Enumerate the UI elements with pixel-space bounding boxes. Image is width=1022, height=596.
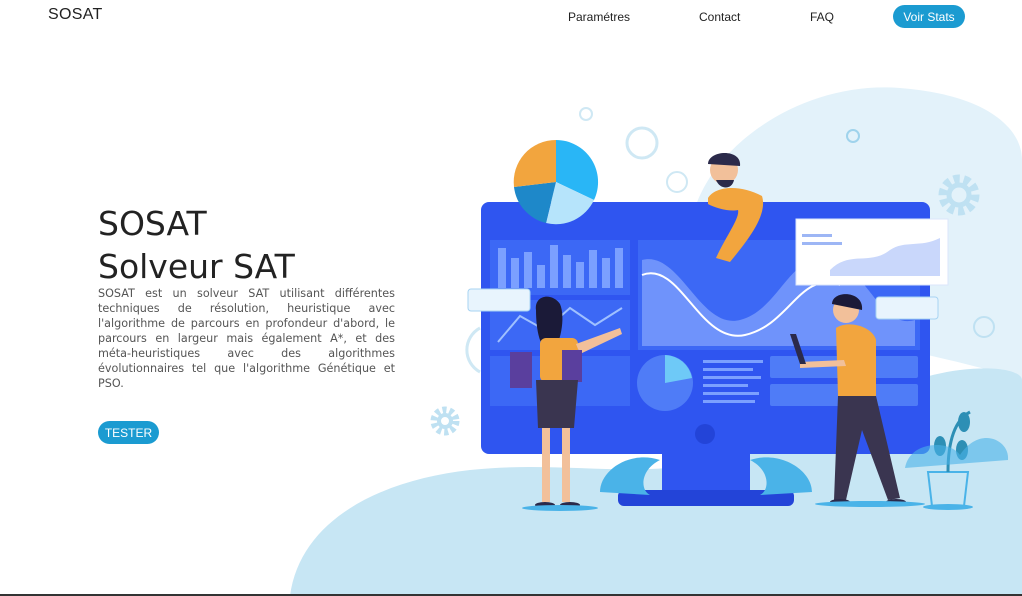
brand-logo[interactable]: SOSAT [48,6,103,24]
info-block [770,356,918,378]
message-bubble [467,288,531,312]
floating-chart-lines [802,234,832,237]
plant-leaves [750,457,812,495]
man-on-monitor [708,153,764,262]
nav-link-faq[interactable]: FAQ [810,10,834,24]
hero-title: SOSAT Solveur SAT [98,202,295,288]
bubble-circle [973,316,995,338]
floor-shadow [815,501,925,507]
gear-icon [430,406,460,436]
monitor-base [618,490,794,506]
wave-chart-panel [638,240,920,350]
wave-chart-area [642,258,915,346]
bubble-circle [579,107,593,121]
floating-chart-card [795,218,949,286]
monitor-button [695,424,715,444]
bubble-arc [465,326,481,374]
woman-presenting [510,296,622,508]
line-chart-panel [490,300,630,350]
pie-panel [490,356,630,406]
text-lines [703,360,763,403]
stats-button[interactable]: Voir Stats [893,5,965,28]
bar-chart-bars [498,245,623,288]
monitor-stand [662,452,750,492]
line-chart-line [497,306,623,343]
gear-icon [938,174,980,216]
hero-title-line2: Solveur SAT [98,247,295,286]
monitor-frame [481,202,930,454]
hero-description: SOSAT est un solveur SAT utilisant diffé… [98,287,395,390]
bubble-circle [666,171,688,193]
floating-chart-lines [802,242,842,245]
wave-chart-line [641,272,841,337]
plant-leaves [600,457,660,495]
donut-chart [637,355,693,411]
background-blob-top [689,87,1022,380]
background-blob-bottom [290,368,1022,596]
info-block [770,384,918,406]
navbar: SOSAT Paramétres Contact FAQ Voir Stats [0,0,1022,34]
bubble-circle [625,126,659,160]
floor-shadow [923,504,973,510]
hero-title-line1: SOSAT [98,204,207,243]
pie-chart [513,139,599,225]
message-bubble [875,296,939,320]
bubble-circle [846,129,860,143]
man-with-laptop [790,294,906,505]
floor-shadow [522,505,598,511]
potted-plant [905,410,1009,507]
donut-slice [665,355,692,383]
tester-button[interactable]: TESTER [98,421,159,444]
nav-link-contact[interactable]: Contact [699,10,740,24]
nav-link-parametres[interactable]: Paramétres [568,10,630,24]
floating-chart-area [830,238,940,276]
bar-chart-panel [490,240,630,295]
